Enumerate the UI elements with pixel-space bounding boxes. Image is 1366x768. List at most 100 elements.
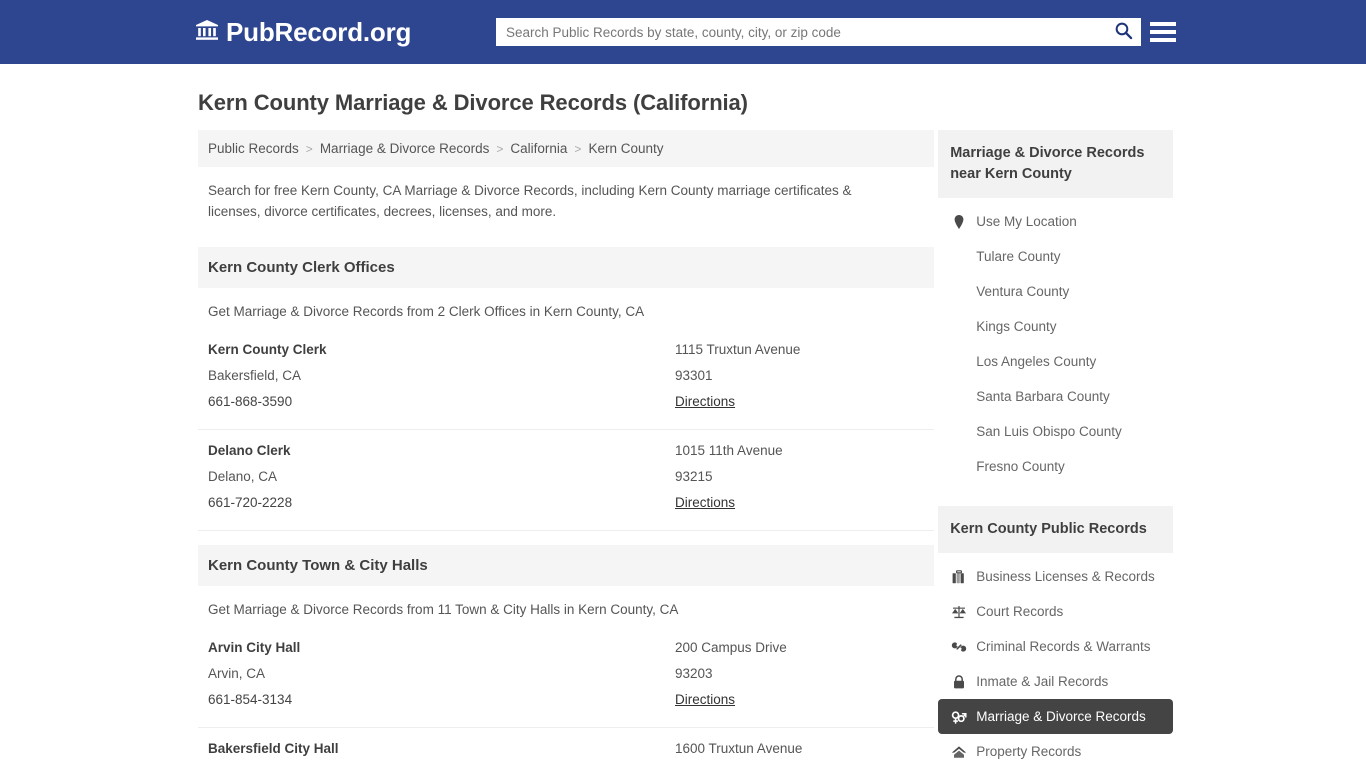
search-button[interactable] — [1105, 18, 1141, 46]
no-icon-spacer — [950, 248, 967, 265]
record-phone[interactable]: 661-868-3590 — [208, 389, 675, 415]
no-icon-spacer — [950, 353, 967, 370]
record-address: 1600 Truxtun Avenue — [675, 740, 803, 756]
sidebar-nearby-county-item[interactable]: Tulare County — [938, 239, 1173, 274]
records-sections: Kern County Clerk Offices Get Marriage & … — [198, 246, 935, 768]
record-address: 200 Campus Drive — [675, 639, 787, 655]
record-row: Delano Clerk Delano, CA 661-720-2228 1015 1… — [198, 430, 935, 531]
record-zip: 93203 — [675, 665, 713, 681]
breadcrumb-item[interactable]: Marriage & Divorce Records — [320, 141, 490, 156]
sidebar-item-label: Fresno County — [976, 459, 1065, 475]
sidebar-nearby-county-item[interactable]: Kings County — [938, 309, 1173, 344]
section-heading: Kern County Town & City Halls — [198, 544, 935, 586]
breadcrumb: Public Records > Marriage & Divorce Record… — [198, 130, 935, 167]
record-address: 1015 11th Avenue — [675, 442, 783, 458]
record-office-name: Delano Clerk — [208, 442, 291, 458]
record-right-column: 1115 Truxtun Avenue 93301 Directions — [675, 337, 924, 415]
search-bar — [496, 18, 1141, 46]
record-left-column: Arvin City Hall Arvin, CA 661-854-3134 — [208, 635, 675, 713]
record-left-column: Delano Clerk Delano, CA 661-720-2228 — [208, 438, 675, 516]
breadcrumb-item[interactable]: Kern County — [588, 141, 663, 156]
search-input[interactable] — [496, 18, 1105, 46]
sidebar-record-type-item[interactable]: Marriage & Divorce Records — [938, 699, 1173, 735]
no-icon-spacer — [950, 423, 967, 440]
breadcrumb-separator: > — [496, 141, 504, 156]
main-content: Public Records > Marriage & Divorce Record… — [198, 130, 935, 768]
sidebar-item-label: Santa Barbara County — [976, 389, 1110, 405]
page-title: Kern County Marriage & Divorce Records (… — [198, 90, 748, 115]
record-office-name: Kern County Clerk — [208, 341, 327, 357]
sidebar-item-label: Tulare County — [976, 249, 1061, 265]
breadcrumb-separator: > — [574, 141, 582, 156]
sidebar-record-type-item[interactable]: Court Records — [938, 594, 1173, 629]
handcuffs-icon — [950, 638, 967, 655]
sidebar-nearby-county-item[interactable]: Los Angeles County — [938, 344, 1173, 379]
hamburger-menu-icon[interactable] — [1150, 18, 1176, 46]
sidebar-item-label: Use My Location — [976, 214, 1077, 230]
page-intro-text: Search for free Kern County, CA Marriage… — [208, 183, 852, 219]
record-phone[interactable]: 661-720-2228 — [208, 490, 675, 516]
briefcase-icon — [950, 568, 967, 585]
lock-icon — [950, 673, 967, 690]
search-icon — [1114, 21, 1133, 43]
sidebar-nearby-county-item[interactable]: Santa Barbara County — [938, 379, 1173, 414]
site-header: PubRecord.org — [0, 0, 1366, 64]
no-icon-spacer — [950, 283, 967, 300]
record-zip: 93301 — [675, 762, 924, 768]
page-body: Kern County Marriage & Divorce Records (… — [0, 64, 1366, 768]
gender-symbols-icon — [950, 708, 967, 725]
sidebar-nearby-county-item[interactable]: San Luis Obispo County — [938, 414, 1173, 449]
sidebar-record-type-item[interactable]: Business Licenses & Records — [938, 559, 1173, 594]
sidebar-public-records-list: Business Licenses & Records Court Records… — [938, 553, 1173, 768]
sidebar-item-label: Ventura County — [976, 284, 1070, 300]
sidebar-item-label: Business Licenses & Records — [976, 569, 1155, 585]
sidebar-item-label: Los Angeles County — [976, 354, 1097, 370]
sidebar-use-my-location[interactable]: Use My Location — [938, 204, 1173, 239]
record-city-state: Arvin, CA — [208, 665, 266, 681]
record-directions-link[interactable]: Directions — [675, 687, 735, 713]
sidebar-item-label: Property Records — [976, 744, 1082, 760]
sidebar-item-label: Court Records — [976, 604, 1064, 620]
section-subtitle: Get Marriage & Divorce Records from 2 Cl… — [208, 303, 645, 319]
sidebar-item-label: Criminal Records & Warrants — [976, 639, 1151, 655]
sidebar-item-label: Marriage & Divorce Records — [976, 709, 1146, 725]
sidebar-record-type-item[interactable]: Inmate & Jail Records — [938, 664, 1173, 699]
house-icon — [950, 743, 967, 760]
record-address: 1115 Truxtun Avenue — [675, 341, 801, 357]
record-office-name: Bakersfield City Hall — [208, 740, 339, 756]
sidebar-item-label: Kings County — [976, 319, 1057, 335]
section-heading: Kern County Clerk Offices — [198, 246, 935, 288]
breadcrumb-item[interactable]: California — [510, 141, 567, 156]
record-city-state: Bakersfield, CA — [208, 762, 675, 768]
sidebar-nearby-county-item[interactable]: Fresno County — [938, 449, 1173, 484]
record-row: Bakersfield City HallBakersfield, CA661-… — [198, 728, 934, 768]
record-row: Arvin City Hall Arvin, CA 661-854-3134 200 … — [198, 627, 935, 728]
record-zip: 93301 — [675, 367, 713, 383]
breadcrumb-item[interactable]: Public Records — [208, 141, 299, 156]
breadcrumb-separator: > — [305, 141, 313, 156]
scales-icon — [950, 603, 967, 620]
record-directions-link[interactable]: Directions — [675, 389, 735, 415]
sidebar-record-type-item[interactable]: Property Records — [938, 734, 1173, 768]
record-left-column: Kern County Clerk Bakersfield, CA 661-868-… — [208, 337, 675, 415]
bank-columns-icon — [195, 18, 219, 47]
record-row: Kern County Clerk Bakersfield, CA 661-868-… — [198, 329, 935, 430]
sidebar: Marriage & Divorce Records near Kern Cou… — [938, 130, 1173, 768]
sidebar-record-type-item[interactable]: Criminal Records & Warrants — [938, 629, 1173, 664]
sidebar-item-label: Inmate & Jail Records — [976, 674, 1109, 690]
section-subtitle: Get Marriage & Divorce Records from 11 T… — [208, 601, 679, 617]
record-right-column: 1015 11th Avenue 93215 Directions — [675, 438, 924, 516]
record-zip: 93215 — [675, 468, 713, 484]
record-city-state: Bakersfield, CA — [208, 367, 302, 383]
record-city-state: Delano, CA — [208, 468, 278, 484]
site-logo-link[interactable]: PubRecord.org — [195, 18, 411, 47]
record-directions-link[interactable]: Directions — [675, 490, 735, 516]
sidebar-item-label: San Luis Obispo County — [976, 424, 1122, 440]
record-phone[interactable]: 661-854-3134 — [208, 687, 675, 713]
no-icon-spacer — [950, 318, 967, 335]
site-brand-name: PubRecord.org — [226, 17, 412, 47]
sidebar-nearby-county-item[interactable]: Ventura County — [938, 274, 1173, 309]
sidebar-nearby-heading: Marriage & Divorce Records near Kern Cou… — [938, 130, 1173, 199]
record-right-column: 200 Campus Drive 93203 Directions — [675, 635, 924, 713]
